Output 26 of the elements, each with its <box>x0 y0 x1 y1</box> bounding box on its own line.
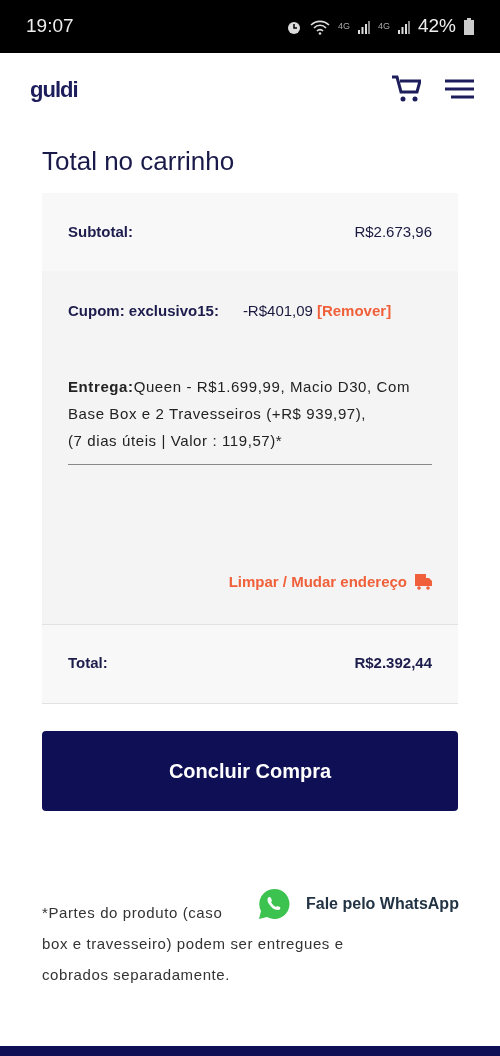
footnote-text: box e travesseiro) podem ser entregues e <box>42 933 344 954</box>
footnote-text: cobrados separadamente. <box>42 964 231 985</box>
wifi-icon <box>309 18 330 35</box>
total-value: R$2.392,44 <box>354 653 432 674</box>
total-label: Total: <box>68 653 108 674</box>
whatsapp-label[interactable]: Fale pelo WhatsApp <box>306 892 459 916</box>
network-label: 4G <box>337 19 350 33</box>
subtotal-value: R$2.673,96 <box>354 221 432 242</box>
signal-icon <box>397 19 410 34</box>
checkout-button[interactable]: Concluir Compra <box>42 730 458 811</box>
menu-icon[interactable] <box>445 79 474 99</box>
signal-icon <box>357 19 370 34</box>
page-title: Total no carrinho <box>42 145 236 177</box>
battery-percent: 42% <box>417 14 456 39</box>
coupon-label: Cupom: exclusivo15: <box>68 300 219 321</box>
battery-icon <box>464 18 474 35</box>
cart-icon[interactable] <box>391 75 421 103</box>
coupon-discount: -R$401,09 <box>242 300 313 321</box>
delivery-text: Entrega:Queen - R$1.699,99, Macio D30, Com Base Box e 2 Travesseiros (+R$ 939,97), <box>68 377 412 424</box>
footnote-text: *Partes do produto (caso <box>42 902 223 923</box>
logo[interactable]: guldi <box>30 72 78 106</box>
subtotal-label: Subtotal: <box>68 221 133 242</box>
delivery-text: (7 dias úteis | Valor : 119,57)* <box>68 431 284 451</box>
truck-icon <box>415 574 432 591</box>
status-time: 19:07 <box>26 14 74 39</box>
network-label: 4G <box>377 19 390 33</box>
